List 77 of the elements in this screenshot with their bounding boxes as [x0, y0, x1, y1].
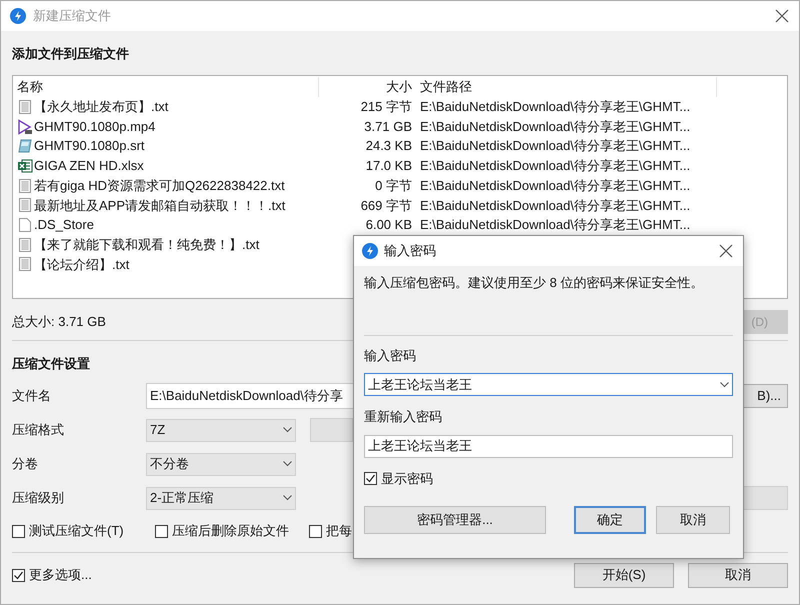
dialog-button[interactable]: 取消 [688, 562, 788, 588]
spreadsheet-file-icon [17, 158, 33, 174]
checkbox[interactable] [12, 568, 25, 582]
subtitle-file-icon [17, 138, 33, 154]
file-path: E:\BaiduNetdiskDownload\待分享老王\GHMT... [419, 118, 692, 136]
checkbox[interactable] [155, 524, 168, 538]
app-logo-icon [10, 8, 26, 24]
file-size: 0 字节 [374, 176, 413, 195]
dropdown[interactable]: 7Z [146, 418, 296, 442]
blank-file-icon [17, 216, 33, 233]
dialog-description: 输入压缩包密码。建议使用至少 8 位的密码来保证安全性。 [364, 274, 704, 292]
dialog-button[interactable]: 取消 [656, 506, 730, 534]
section-heading: 压缩文件设置 [12, 355, 90, 373]
file-name[interactable]: GHMT90.1080p.mp4 [34, 116, 156, 136]
field-label: 压缩格式 [12, 421, 65, 440]
file-name[interactable]: 【永久地址发布页】.txt [34, 97, 168, 117]
app-logo-icon [362, 243, 378, 259]
file-size: 17.0 KB [364, 157, 413, 176]
confirm-password-field[interactable]: 上老王论坛当老王 [364, 434, 733, 458]
file-size: 24.3 KB [364, 137, 413, 156]
dropdown[interactable]: 2-正常压缩 [146, 486, 296, 510]
total-size: 总大小: 3.71 GB [12, 313, 106, 332]
text-file-icon [17, 98, 33, 115]
file-path: E:\BaiduNetdiskDownload\待分享老王\GHMT... [419, 157, 692, 176]
chevron-down-icon [283, 427, 292, 433]
dialog-button[interactable]: 开始(S) [574, 562, 674, 588]
file-name[interactable]: .DS_Store [34, 215, 94, 235]
file-size: 215 字节 [360, 98, 413, 116]
field-label: 输入密码 [364, 346, 417, 364]
option-label[interactable]: 测试压缩文件(T) [29, 521, 124, 541]
option-label[interactable]: 更多选项... [29, 565, 92, 585]
chevron-down-icon [720, 382, 729, 388]
file-path: E:\BaiduNetdiskDownload\待分享老王\GHMT... [419, 176, 692, 195]
option-label[interactable]: 压缩后删除原始文件 [172, 521, 289, 541]
file-path: E:\BaiduNetdiskDownload\待分享老王\GHMT... [419, 196, 692, 215]
file-path: E:\BaiduNetdiskDownload\待分享老王\GHMT... [419, 216, 692, 234]
text-file-icon [17, 178, 33, 194]
field-label: 分卷 [12, 455, 39, 474]
column-header[interactable]: 名称 [17, 77, 319, 97]
field-label: 重新输入密码 [364, 408, 443, 426]
field-label: 压缩级别 [12, 489, 65, 508]
file-name[interactable]: 【论坛介绍】.txt [34, 254, 130, 274]
chevron-down-icon [283, 461, 292, 467]
file-name[interactable]: GHMT90.1080p.srt [34, 136, 145, 156]
play-file-icon [17, 118, 33, 135]
file-path: E:\BaiduNetdiskDownload\待分享老王\GHMT... [419, 137, 692, 156]
file-size: 6.00 KB [364, 216, 413, 234]
close-icon[interactable] [775, 9, 789, 23]
close-icon[interactable] [719, 244, 733, 258]
text-file-icon [17, 236, 33, 253]
option-label[interactable]: 显示密码 [381, 468, 433, 488]
window-title: 新建压缩文件 [33, 7, 111, 26]
dialog-button[interactable]: 密码管理器... [364, 506, 546, 534]
option-label[interactable]: 把每 [326, 521, 352, 541]
file-name[interactable]: 【来了就能下载和观看！纯免费！】.txt [34, 234, 260, 254]
check-icon [365, 472, 376, 484]
dialog-title: 输入密码 [384, 242, 436, 260]
text-file-icon [17, 197, 33, 214]
file-name[interactable]: 最新地址及APP请发邮箱自动获取！！！.txt [34, 196, 286, 216]
checkbox[interactable] [309, 524, 322, 538]
password-field[interactable]: 上老王论坛当老王 [364, 373, 733, 396]
field-label: 文件名 [12, 387, 52, 406]
dropdown[interactable]: 不分卷 [146, 452, 296, 476]
file-path: E:\BaiduNetdiskDownload\待分享老王\GHMT... [419, 98, 692, 116]
column-header[interactable]: 大小 [319, 77, 417, 97]
check-icon [13, 570, 24, 580]
file-size: 669 字节 [360, 196, 413, 215]
file-size: 3.71 GB [363, 118, 413, 136]
file-name[interactable]: 若有giga HD资源需求可加Q2622838422.txt [34, 176, 285, 196]
column-header[interactable]: 文件路径 [417, 77, 717, 97]
text-file-icon [17, 256, 33, 272]
file-name[interactable]: GIGA ZEN HD.xlsx [34, 156, 144, 176]
section-heading: 添加文件到压缩文件 [12, 45, 130, 63]
chevron-down-icon [283, 495, 292, 501]
checkbox[interactable] [364, 472, 377, 485]
checkbox[interactable] [12, 524, 25, 538]
dialog-button[interactable]: 确定 [574, 506, 646, 534]
